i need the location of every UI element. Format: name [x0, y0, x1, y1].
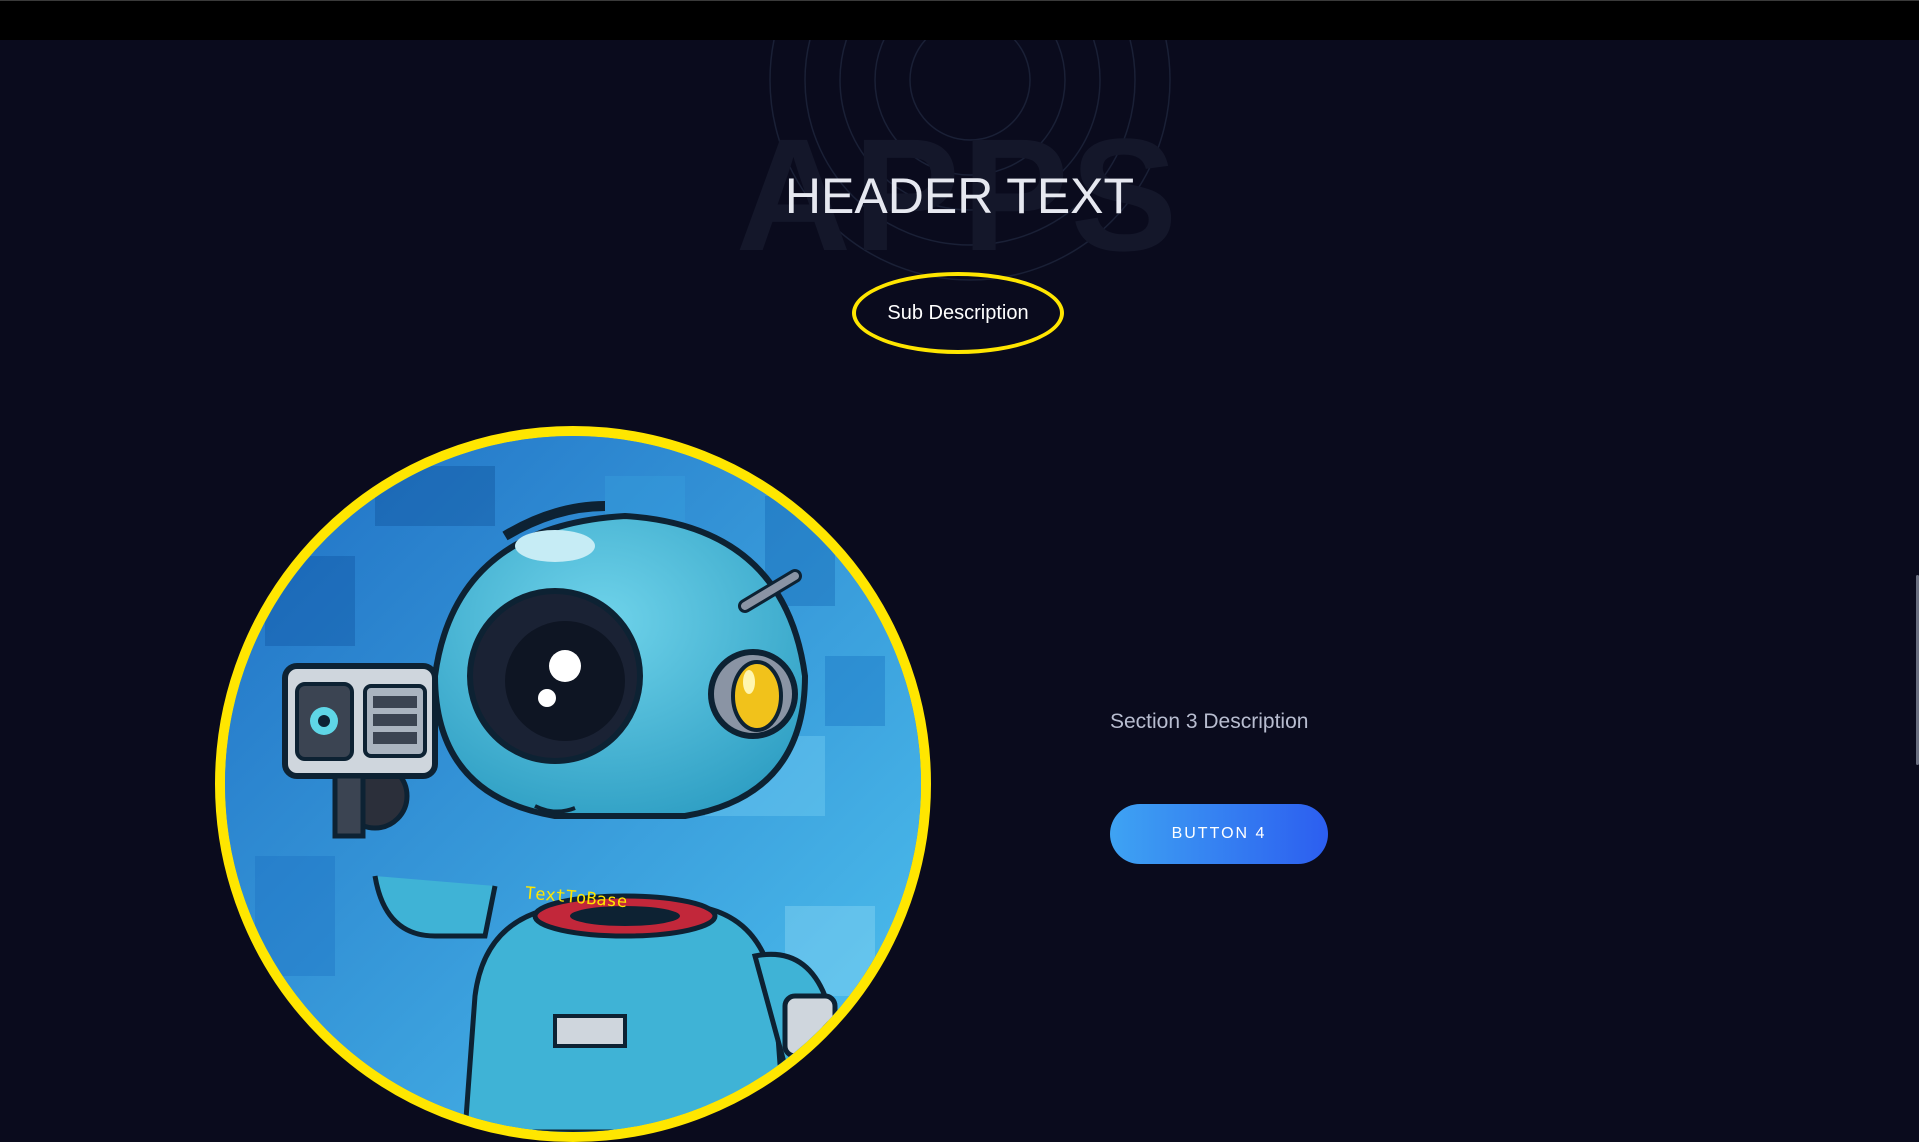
section3-description: Section 3 Description — [1110, 710, 1309, 733]
hero-image: TextToBase — [215, 426, 931, 1142]
page-title: HEADER TEXT — [784, 168, 1135, 224]
button-4[interactable]: BUTTON 4 — [1110, 804, 1328, 864]
sub-description-label: Sub Description — [887, 301, 1029, 324]
robot-with-camera-illustration: TextToBase — [225, 436, 921, 1132]
top-bar — [0, 0, 1919, 40]
sub-description: Sub Description — [852, 272, 1064, 354]
